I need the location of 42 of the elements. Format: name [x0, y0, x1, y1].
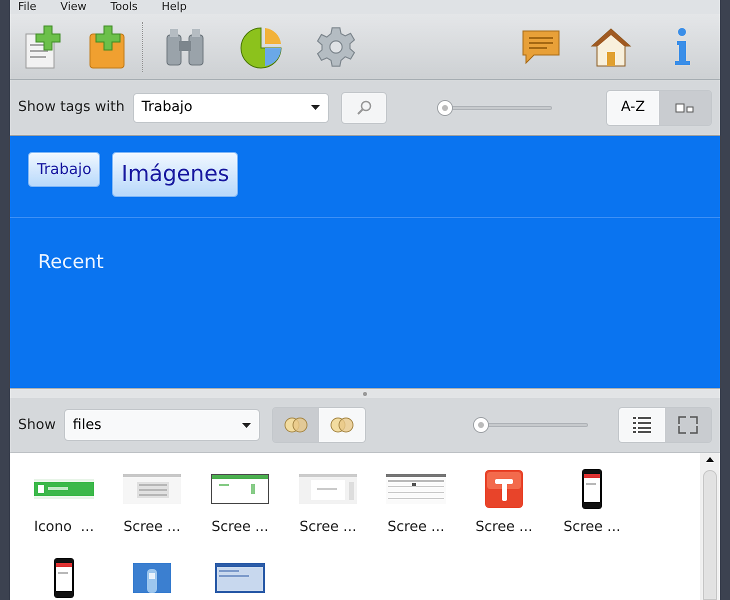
sort-button[interactable]: A-Z: [607, 90, 659, 124]
file-name[interactable]: Scree ...: [563, 516, 621, 538]
slider-thumb[interactable]: [436, 100, 453, 116]
menu-item[interactable]: File: [18, 1, 36, 13]
file-name[interactable]: Scree ...: [211, 516, 269, 538]
file-name[interactable]: Scree ...: [475, 516, 533, 538]
show-label: Show: [18, 416, 56, 435]
overlapping-circles-icon: [330, 417, 354, 434]
list-view-button[interactable]: [619, 408, 665, 442]
menu-item[interactable]: Help: [162, 1, 187, 13]
recent-heading: Recent: [38, 251, 104, 273]
file-name[interactable]: Scree ...: [123, 516, 181, 538]
file-type-dropdown[interactable]: files: [64, 409, 260, 442]
grid-icon: [678, 416, 698, 434]
home-icon[interactable]: [590, 26, 632, 68]
grid-view-button[interactable]: [665, 408, 711, 442]
search-icon: [356, 100, 372, 116]
layout-icon: [675, 102, 695, 112]
menu-item[interactable]: Tools: [110, 1, 138, 13]
tag-chip[interactable]: Trabajo: [28, 152, 100, 186]
match-mode-button[interactable]: [318, 408, 365, 442]
show-tags-label: Show tags with: [18, 98, 125, 117]
slider-thumb[interactable]: [472, 417, 489, 434]
match-mode-button[interactable]: [272, 408, 319, 442]
tag-filter-dropdown[interactable]: Trabajo: [132, 92, 329, 122]
overlapping-circles-icon: [284, 417, 308, 434]
layout-button[interactable]: [659, 90, 711, 124]
file-name[interactable]: Scree ...: [387, 516, 445, 538]
scrollbar[interactable]: [700, 452, 720, 600]
scroll-up-icon[interactable]: [706, 456, 714, 462]
dropdown-caret-icon: [310, 105, 320, 110]
file-name[interactable]: Icono ...: [34, 516, 94, 538]
list-icon: [632, 416, 652, 434]
dropdown-caret-icon: [242, 422, 251, 428]
file-name[interactable]: Scree ...: [299, 516, 357, 538]
search-button[interactable]: [340, 92, 387, 124]
info-icon[interactable]: [672, 26, 692, 66]
dropdown-value: Trabajo: [142, 98, 192, 117]
menu-item[interactable]: View: [60, 1, 87, 13]
tag-chip[interactable]: Imágenes: [112, 152, 238, 197]
splitter-grip[interactable]: [363, 392, 367, 396]
dropdown-value: files: [72, 416, 102, 435]
